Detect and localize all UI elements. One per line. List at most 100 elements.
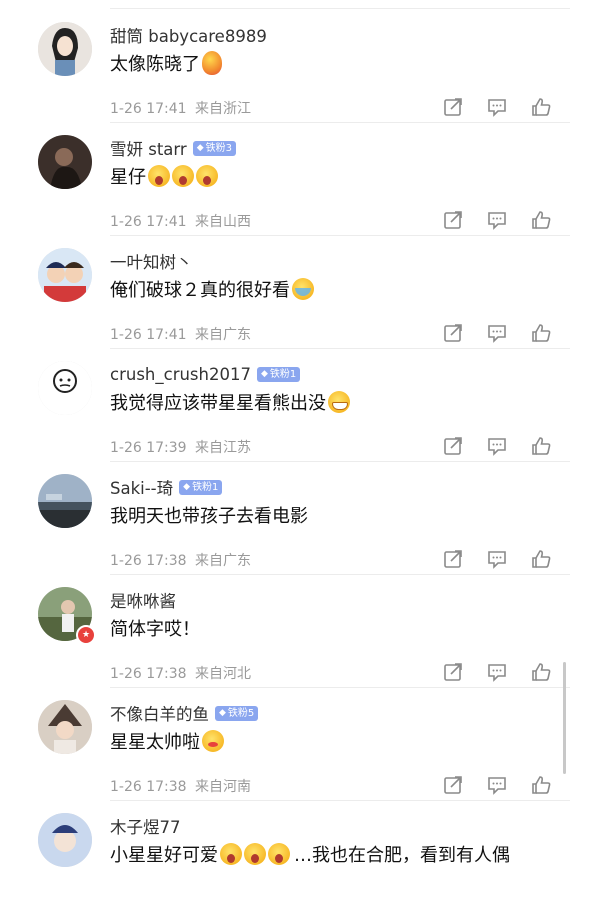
avatar[interactable] <box>38 361 92 415</box>
name-row: 不像白羊的鱼 ◆ 铁粉5 <box>110 701 259 725</box>
username[interactable]: Saki--琦 <box>110 475 173 499</box>
comment-icon[interactable] <box>486 548 508 570</box>
comment-meta: 1-26 17:39 来自江苏 <box>110 437 251 457</box>
avatar[interactable] <box>38 700 92 754</box>
comment-location: 来自山西 <box>195 214 252 230</box>
comment-item[interactable]: 木子煜77 小星星好可爱 …我也在合肥，看到有人偶 <box>0 801 600 914</box>
fan-badge: ◆ 铁粉1 <box>256 366 301 382</box>
kiss-emoji-icon <box>202 730 224 752</box>
comment-icon[interactable] <box>486 774 508 796</box>
like-icon[interactable] <box>530 322 552 344</box>
comment-time: 1-26 17:41 <box>110 327 187 343</box>
comment-text: 简体字哎！ <box>110 619 200 640</box>
comment-content: 星仔 <box>110 163 218 189</box>
repost-icon[interactable] <box>442 774 464 796</box>
comment-actions <box>442 435 552 457</box>
name-row: 甜筒 babycare8989 <box>110 24 267 46</box>
comment-actions <box>442 209 552 231</box>
username[interactable]: crush_crush2017 <box>110 365 251 384</box>
comment-content: 我明天也带孩子去看电影 <box>110 502 308 528</box>
repost-icon[interactable] <box>442 209 464 231</box>
repost-icon[interactable] <box>442 661 464 683</box>
grin-emoji-icon <box>328 391 350 413</box>
avatar[interactable] <box>38 135 92 189</box>
repost-icon[interactable] <box>442 548 464 570</box>
fan-badge: ◆ 铁粉3 <box>192 140 236 156</box>
scream-emoji-icon <box>268 843 290 865</box>
comment-icon[interactable] <box>486 96 508 118</box>
name-row: 一叶知树丶 <box>110 250 193 272</box>
comment-time: 1-26 17:38 <box>110 779 187 795</box>
scream-emoji-icon <box>244 843 266 865</box>
name-row: 木子煜77 <box>110 815 181 837</box>
username[interactable]: 甜筒 babycare8989 <box>110 23 267 47</box>
repost-icon[interactable] <box>442 322 464 344</box>
comment-meta: 1-26 17:38 来自广东 <box>110 550 251 570</box>
comment-item[interactable]: 雪妍 starr ◆ 铁粉3 星仔 1-26 17:41 来自山西 <box>0 123 600 236</box>
username[interactable]: 是咻咻酱 <box>110 588 176 612</box>
comment-location: 来自广东 <box>195 327 252 343</box>
comment-text: 小星星好可爱 <box>110 845 218 866</box>
like-icon[interactable] <box>530 548 552 570</box>
comment-text: 星星太帅啦 <box>110 732 200 753</box>
comment-location: 来自广东 <box>195 553 252 569</box>
comment-meta: 1-26 17:41 来自广东 <box>110 324 251 344</box>
comment-content: 星星太帅啦 <box>110 728 224 754</box>
comment-actions <box>442 774 552 796</box>
comment-actions <box>442 96 552 118</box>
comment-meta: 1-26 17:38 来自河北 <box>110 663 251 683</box>
comment-text: 俺们破球２真的很好看 <box>110 280 290 301</box>
scream-emoji-icon <box>220 843 242 865</box>
comment-time: 1-26 17:41 <box>110 214 187 230</box>
fan-badge: ◆ 铁粉1 <box>179 479 223 495</box>
comment-item[interactable]: 甜筒 babycare8989 太像陈晓了 1-26 17:41 来自浙江 <box>0 10 600 123</box>
like-icon[interactable] <box>530 96 552 118</box>
comment-location: 来自江苏 <box>195 440 252 456</box>
like-icon[interactable] <box>530 209 552 231</box>
comment-content: 小星星好可爱 …我也在合肥，看到有人偶 <box>110 841 510 867</box>
repost-icon[interactable] <box>442 96 464 118</box>
scrollbar[interactable] <box>563 662 566 774</box>
comment-icon[interactable] <box>486 209 508 231</box>
comment-icon[interactable] <box>486 322 508 344</box>
comment-time: 1-26 17:38 <box>110 553 187 569</box>
fan-badge: ◆ 铁粉5 <box>215 705 259 721</box>
comment-content: 俺们破球２真的很好看 <box>110 276 314 302</box>
comment-time: 1-26 17:39 <box>110 440 187 456</box>
comment-item[interactable]: 一叶知树丶 俺们破球２真的很好看 1-26 17:41 来自广东 <box>0 236 600 349</box>
comment-actions <box>442 322 552 344</box>
like-icon[interactable] <box>530 661 552 683</box>
comment-location: 来自河南 <box>195 779 252 795</box>
avatar[interactable] <box>38 474 92 528</box>
scream-emoji-icon <box>148 165 170 187</box>
avatar[interactable] <box>38 22 92 76</box>
avatar[interactable] <box>38 813 92 867</box>
name-row: 是咻咻酱 <box>110 589 176 611</box>
cry-emoji-icon <box>292 278 314 300</box>
comment-item[interactable]: 不像白羊的鱼 ◆ 铁粉5 星星太帅啦 1-26 17:38 来自河南 <box>0 688 600 801</box>
comment-item[interactable]: crush_crush2017 ◆ 铁粉1 我觉得应该带星星看熊出没 1-26 1… <box>0 349 600 462</box>
name-row: Saki--琦 ◆ 铁粉1 <box>110 475 223 499</box>
verified-badge-icon: ★ <box>76 625 96 645</box>
avatar[interactable] <box>38 248 92 302</box>
comment-text: 星仔 <box>110 167 146 188</box>
username[interactable]: 木子煜77 <box>110 814 181 838</box>
comment-item[interactable]: ★ 是咻咻酱 简体字哎！ 1-26 17:38 来自河北 <box>0 575 600 688</box>
comment-content: 简体字哎！ <box>110 615 200 641</box>
comment-text: 我明天也带孩子去看电影 <box>110 506 308 527</box>
username[interactable]: 不像白羊的鱼 <box>110 701 209 725</box>
comment-time: 1-26 17:38 <box>110 666 187 682</box>
repost-icon[interactable] <box>442 435 464 457</box>
comment-content-tail: …我也在合肥，看到有人偶 <box>294 845 510 866</box>
comment-time: 1-26 17:41 <box>110 101 187 117</box>
comment-content: 太像陈晓了 <box>110 50 222 76</box>
username[interactable]: 一叶知树丶 <box>110 249 193 273</box>
username[interactable]: 雪妍 starr <box>110 136 187 160</box>
comment-icon[interactable] <box>486 661 508 683</box>
comment-actions <box>442 548 552 570</box>
like-icon[interactable] <box>530 435 552 457</box>
like-icon[interactable] <box>530 774 552 796</box>
comment-item[interactable]: Saki--琦 ◆ 铁粉1 我明天也带孩子去看电影 1-26 17:38 来自广东 <box>0 462 600 575</box>
comment-icon[interactable] <box>486 435 508 457</box>
top-divider <box>110 8 570 9</box>
